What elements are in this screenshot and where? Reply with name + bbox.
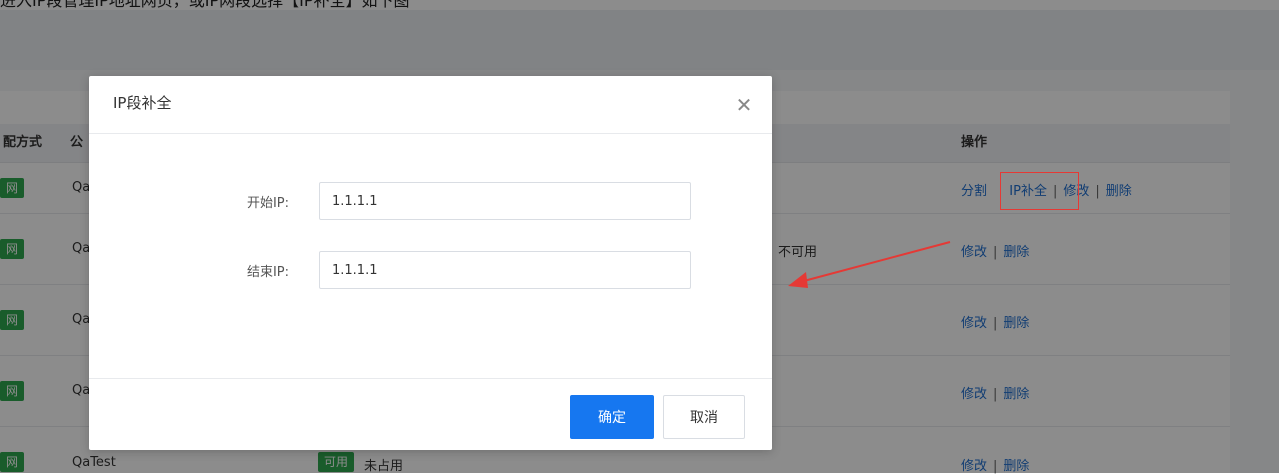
ip-complete-dialog: IP段补全 ✕ 开始IP: 结束IP: 确定 取消 — [89, 76, 772, 450]
dialog-title: IP段补全 — [113, 94, 172, 112]
cancel-button[interactable]: 取消 — [663, 395, 745, 439]
confirm-button[interactable]: 确定 — [570, 395, 654, 439]
start-ip-label: 开始IP: — [246, 196, 289, 211]
end-ip-input[interactable] — [319, 251, 691, 289]
end-ip-label: 结束IP: — [246, 265, 289, 280]
start-ip-input[interactable] — [319, 182, 691, 220]
dialog-header: IP段补全 ✕ — [89, 76, 772, 134]
dialog-footer: 确定 取消 — [89, 378, 772, 451]
close-icon[interactable]: ✕ — [735, 95, 753, 115]
